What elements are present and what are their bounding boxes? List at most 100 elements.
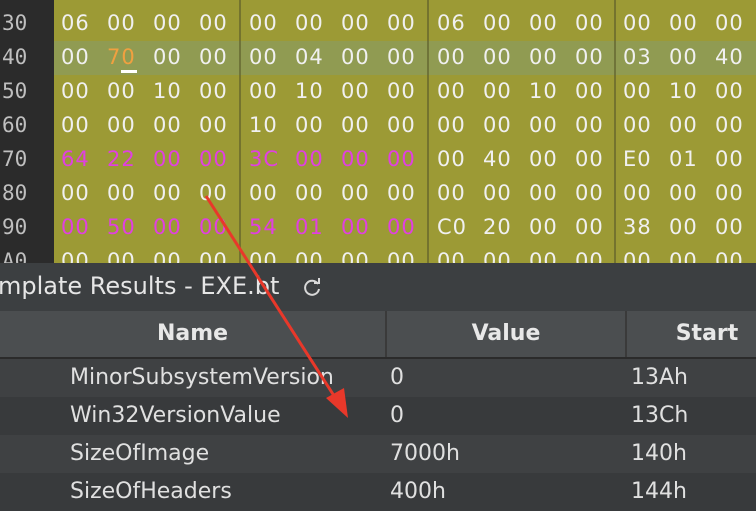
hex-byte[interactable]: 00 bbox=[623, 74, 663, 108]
table-row[interactable]: SizeOfHeaders 400h 144h bbox=[0, 473, 756, 511]
hex-byte[interactable]: 00 bbox=[669, 244, 709, 263]
hex-byte[interactable]: 54 bbox=[249, 210, 289, 244]
hex-byte[interactable]: 00 bbox=[483, 6, 523, 40]
hex-byte[interactable]: 00 bbox=[715, 210, 755, 244]
hex-byte[interactable]: 00 bbox=[295, 142, 335, 176]
hex-byte[interactable]: 00 bbox=[107, 74, 147, 108]
hex-byte[interactable]: 00 bbox=[387, 176, 427, 210]
table-row[interactable]: SizeOfImage 7000h 140h bbox=[0, 435, 756, 473]
hex-byte[interactable]: 22 bbox=[107, 142, 147, 176]
hex-byte[interactable]: 10 bbox=[529, 74, 569, 108]
hex-byte[interactable]: 00 bbox=[295, 108, 335, 142]
hex-byte[interactable]: 00 bbox=[153, 210, 193, 244]
hex-byte[interactable]: 00 bbox=[199, 74, 239, 108]
hex-byte[interactable]: 00 bbox=[199, 108, 239, 142]
hex-byte[interactable]: 00 bbox=[61, 74, 101, 108]
hex-byte[interactable]: 00 bbox=[387, 40, 427, 74]
hex-byte[interactable]: 00 bbox=[623, 6, 663, 40]
hex-byte[interactable]: 00 bbox=[249, 40, 289, 74]
hex-byte[interactable]: 00 bbox=[387, 6, 427, 40]
hex-byte[interactable]: 00 bbox=[341, 210, 381, 244]
hex-byte[interactable]: 00 bbox=[61, 40, 101, 74]
hex-byte[interactable]: 00 bbox=[107, 244, 147, 263]
hex-byte[interactable]: 00 bbox=[529, 244, 569, 263]
hex-byte[interactable]: 00 bbox=[387, 108, 427, 142]
hex-byte[interactable]: 00 bbox=[199, 244, 239, 263]
hex-byte[interactable]: 00 bbox=[387, 142, 427, 176]
hex-byte[interactable]: 00 bbox=[295, 244, 335, 263]
column-header-name[interactable]: Name bbox=[0, 311, 385, 357]
column-header-value[interactable]: Value bbox=[387, 311, 625, 357]
hex-byte[interactable]: 00 bbox=[437, 74, 477, 108]
hex-byte[interactable]: 06 bbox=[61, 6, 101, 40]
hex-byte[interactable]: E0 bbox=[623, 142, 663, 176]
hex-byte[interactable]: 00 bbox=[575, 108, 615, 142]
hex-byte[interactable]: 00 bbox=[483, 74, 523, 108]
hex-byte[interactable]: 70 bbox=[107, 40, 147, 74]
hex-byte[interactable]: 00 bbox=[107, 108, 147, 142]
hex-byte[interactable]: 01 bbox=[295, 210, 335, 244]
hex-byte[interactable]: 00 bbox=[715, 74, 755, 108]
hex-byte[interactable]: 00 bbox=[623, 244, 663, 263]
hex-byte[interactable]: 00 bbox=[529, 142, 569, 176]
hex-byte[interactable]: 00 bbox=[107, 6, 147, 40]
hex-byte[interactable]: 00 bbox=[153, 142, 193, 176]
hex-byte[interactable]: 03 bbox=[623, 40, 663, 74]
hex-byte[interactable]: 06 bbox=[437, 6, 477, 40]
hex-byte[interactable]: 00 bbox=[341, 142, 381, 176]
hex-byte[interactable]: 00 bbox=[437, 142, 477, 176]
hex-byte[interactable]: 00 bbox=[199, 176, 239, 210]
hex-byte[interactable]: 00 bbox=[199, 142, 239, 176]
hex-byte[interactable]: 00 bbox=[669, 210, 709, 244]
hex-byte[interactable]: 00 bbox=[295, 176, 335, 210]
hex-byte[interactable]: 00 bbox=[437, 176, 477, 210]
hex-byte[interactable]: C0 bbox=[437, 210, 477, 244]
hex-byte[interactable]: 00 bbox=[437, 108, 477, 142]
hex-byte[interactable]: 00 bbox=[387, 244, 427, 263]
hex-byte[interactable]: 3C bbox=[249, 142, 289, 176]
hex-byte[interactable]: 38 bbox=[623, 210, 663, 244]
hex-byte[interactable]: 00 bbox=[623, 176, 663, 210]
hex-byte[interactable]: 00 bbox=[341, 108, 381, 142]
hex-byte[interactable]: 00 bbox=[715, 108, 755, 142]
hex-byte[interactable]: 00 bbox=[669, 40, 709, 74]
hex-byte[interactable]: 00 bbox=[107, 176, 147, 210]
hex-byte[interactable]: 20 bbox=[483, 210, 523, 244]
hex-byte[interactable]: 00 bbox=[341, 6, 381, 40]
hex-byte[interactable]: 00 bbox=[483, 176, 523, 210]
hex-byte[interactable]: 10 bbox=[669, 74, 709, 108]
hex-byte[interactable]: 00 bbox=[529, 176, 569, 210]
hex-byte[interactable]: 64 bbox=[61, 142, 101, 176]
hex-byte[interactable]: 00 bbox=[341, 74, 381, 108]
hex-byte[interactable]: 00 bbox=[341, 176, 381, 210]
hex-byte[interactable]: 00 bbox=[153, 40, 193, 74]
hex-byte[interactable]: 10 bbox=[153, 74, 193, 108]
hex-byte[interactable]: 00 bbox=[199, 6, 239, 40]
refresh-icon[interactable] bbox=[301, 277, 323, 299]
hex-byte[interactable]: 00 bbox=[61, 210, 101, 244]
hex-byte[interactable]: 01 bbox=[669, 142, 709, 176]
hex-byte[interactable]: 00 bbox=[153, 244, 193, 263]
hex-editor[interactable]: 30 40 50 60 70 80 90 A0 06 00 00 00 00 00 00 00 06 00 00 0… bbox=[0, 0, 756, 263]
hex-byte[interactable]: 00 bbox=[623, 108, 663, 142]
table-row[interactable]: MinorSubsystemVersion 0 13Ah bbox=[0, 359, 756, 397]
hex-byte[interactable]: 00 bbox=[437, 244, 477, 263]
hex-byte[interactable]: 00 bbox=[437, 40, 477, 74]
hex-byte[interactable]: 00 bbox=[387, 74, 427, 108]
hex-byte[interactable]: 50 bbox=[107, 210, 147, 244]
hex-byte[interactable]: 00 bbox=[529, 6, 569, 40]
hex-byte[interactable]: 00 bbox=[249, 6, 289, 40]
hex-byte[interactable]: 00 bbox=[669, 6, 709, 40]
hex-byte[interactable]: 00 bbox=[249, 74, 289, 108]
hex-byte[interactable]: 00 bbox=[61, 244, 101, 263]
hex-byte[interactable]: 00 bbox=[715, 6, 755, 40]
hex-byte[interactable]: 04 bbox=[295, 40, 335, 74]
hex-byte[interactable]: 00 bbox=[249, 244, 289, 263]
table-row[interactable]: Win32VersionValue 0 13Ch bbox=[0, 397, 756, 435]
hex-byte[interactable]: 00 bbox=[199, 40, 239, 74]
hex-byte[interactable]: 00 bbox=[575, 74, 615, 108]
hex-byte[interactable]: 00 bbox=[575, 6, 615, 40]
hex-byte[interactable]: 00 bbox=[529, 210, 569, 244]
hex-byte[interactable]: 00 bbox=[341, 40, 381, 74]
hex-byte[interactable]: 00 bbox=[483, 108, 523, 142]
